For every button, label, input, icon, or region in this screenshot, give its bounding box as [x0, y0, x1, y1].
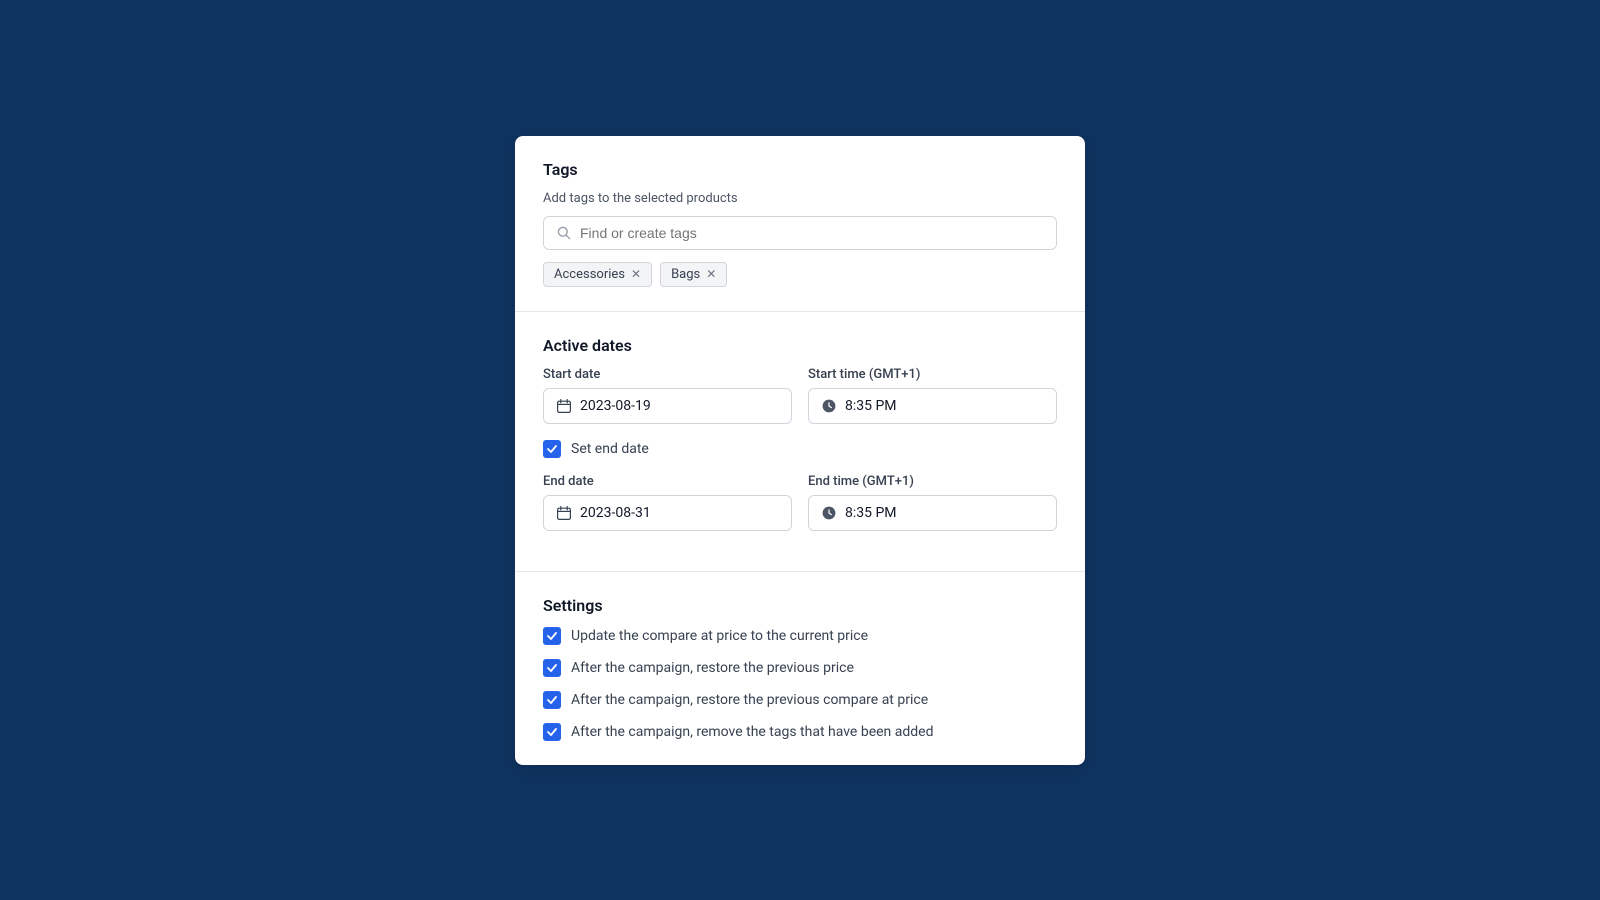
start-date-grid: Start date 2023-08-19 Start time (GMT+1) — [543, 367, 1057, 424]
setting-item-3: After the campaign, remove the tags that… — [543, 723, 1057, 741]
tag-search-input[interactable] — [580, 225, 1044, 241]
end-date-label: End date — [543, 474, 792, 489]
tags-section: Tags Add tags to the selected products A… — [515, 136, 1085, 311]
start-date-label: Start date — [543, 367, 792, 382]
start-date-value: 2023-08-19 — [580, 398, 651, 414]
calendar-icon-end — [556, 505, 572, 521]
start-time-label: Start time (GMT+1) — [808, 367, 1057, 382]
setting-item-2: After the campaign, restore the previous… — [543, 691, 1057, 709]
end-time-field: End time (GMT+1) 8:35 PM — [808, 474, 1057, 531]
setting-checkbox-1[interactable] — [543, 659, 561, 677]
tags-title: Tags — [543, 160, 1057, 179]
end-time-input[interactable]: 8:35 PM — [808, 495, 1057, 531]
checkmark-icon-2 — [546, 694, 558, 706]
setting-item-1: After the campaign, restore the previous… — [543, 659, 1057, 677]
setting-checkbox-0[interactable] — [543, 627, 561, 645]
start-date-input[interactable]: 2023-08-19 — [543, 388, 792, 424]
setting-label-2[interactable]: After the campaign, restore the previous… — [571, 692, 928, 708]
setting-checkbox-2[interactable] — [543, 691, 561, 709]
start-time-field: Start time (GMT+1) 8:35 PM — [808, 367, 1057, 424]
setting-item-0: Update the compare at price to the curre… — [543, 627, 1057, 645]
tags-subtitle: Add tags to the selected products — [543, 191, 1057, 206]
clock-icon-end — [821, 505, 837, 521]
tag-remove-bags[interactable]: ✕ — [706, 268, 716, 280]
end-time-label: End time (GMT+1) — [808, 474, 1057, 489]
setting-label-1[interactable]: After the campaign, restore the previous… — [571, 660, 854, 676]
tag-label-bags: Bags — [671, 267, 700, 282]
tags-container: Accessories ✕ Bags ✕ — [543, 262, 1057, 287]
search-icon — [556, 225, 572, 241]
setting-label-0[interactable]: Update the compare at price to the curre… — [571, 628, 868, 644]
tag-chip-bags: Bags ✕ — [660, 262, 727, 287]
end-date-input[interactable]: 2023-08-31 — [543, 495, 792, 531]
checkmark-icon-0 — [546, 630, 558, 642]
set-end-date-label[interactable]: Set end date — [571, 441, 649, 457]
checkmark-icon — [546, 443, 558, 455]
settings-list: Update the compare at price to the curre… — [543, 627, 1057, 741]
checkmark-icon-1 — [546, 662, 558, 674]
settings-section: Settings Update the compare at price to … — [515, 571, 1085, 765]
end-date-field: End date 2023-08-31 — [543, 474, 792, 531]
end-date-grid: End date 2023-08-31 End time (GMT+1) — [543, 474, 1057, 531]
start-time-input[interactable]: 8:35 PM — [808, 388, 1057, 424]
set-end-date-checkbox[interactable] — [543, 440, 561, 458]
calendar-icon-start — [556, 398, 572, 414]
settings-title: Settings — [543, 596, 1057, 615]
main-card: Tags Add tags to the selected products A… — [515, 136, 1085, 765]
checkmark-icon-3 — [546, 726, 558, 738]
clock-icon-start — [821, 398, 837, 414]
set-end-date-row: Set end date — [543, 440, 1057, 458]
active-dates-section: Active dates Start date 2023-08-19 Start… — [515, 311, 1085, 571]
setting-label-3[interactable]: After the campaign, remove the tags that… — [571, 724, 933, 740]
setting-checkbox-3[interactable] — [543, 723, 561, 741]
start-date-field: Start date 2023-08-19 — [543, 367, 792, 424]
tag-label-accessories: Accessories — [554, 267, 625, 282]
tag-remove-accessories[interactable]: ✕ — [631, 268, 641, 280]
tag-chip-accessories: Accessories ✕ — [543, 262, 652, 287]
end-time-value: 8:35 PM — [845, 505, 897, 521]
active-dates-title: Active dates — [543, 336, 1057, 355]
end-date-value: 2023-08-31 — [580, 505, 651, 521]
tag-search-box[interactable] — [543, 216, 1057, 250]
start-time-value: 8:35 PM — [845, 398, 897, 414]
